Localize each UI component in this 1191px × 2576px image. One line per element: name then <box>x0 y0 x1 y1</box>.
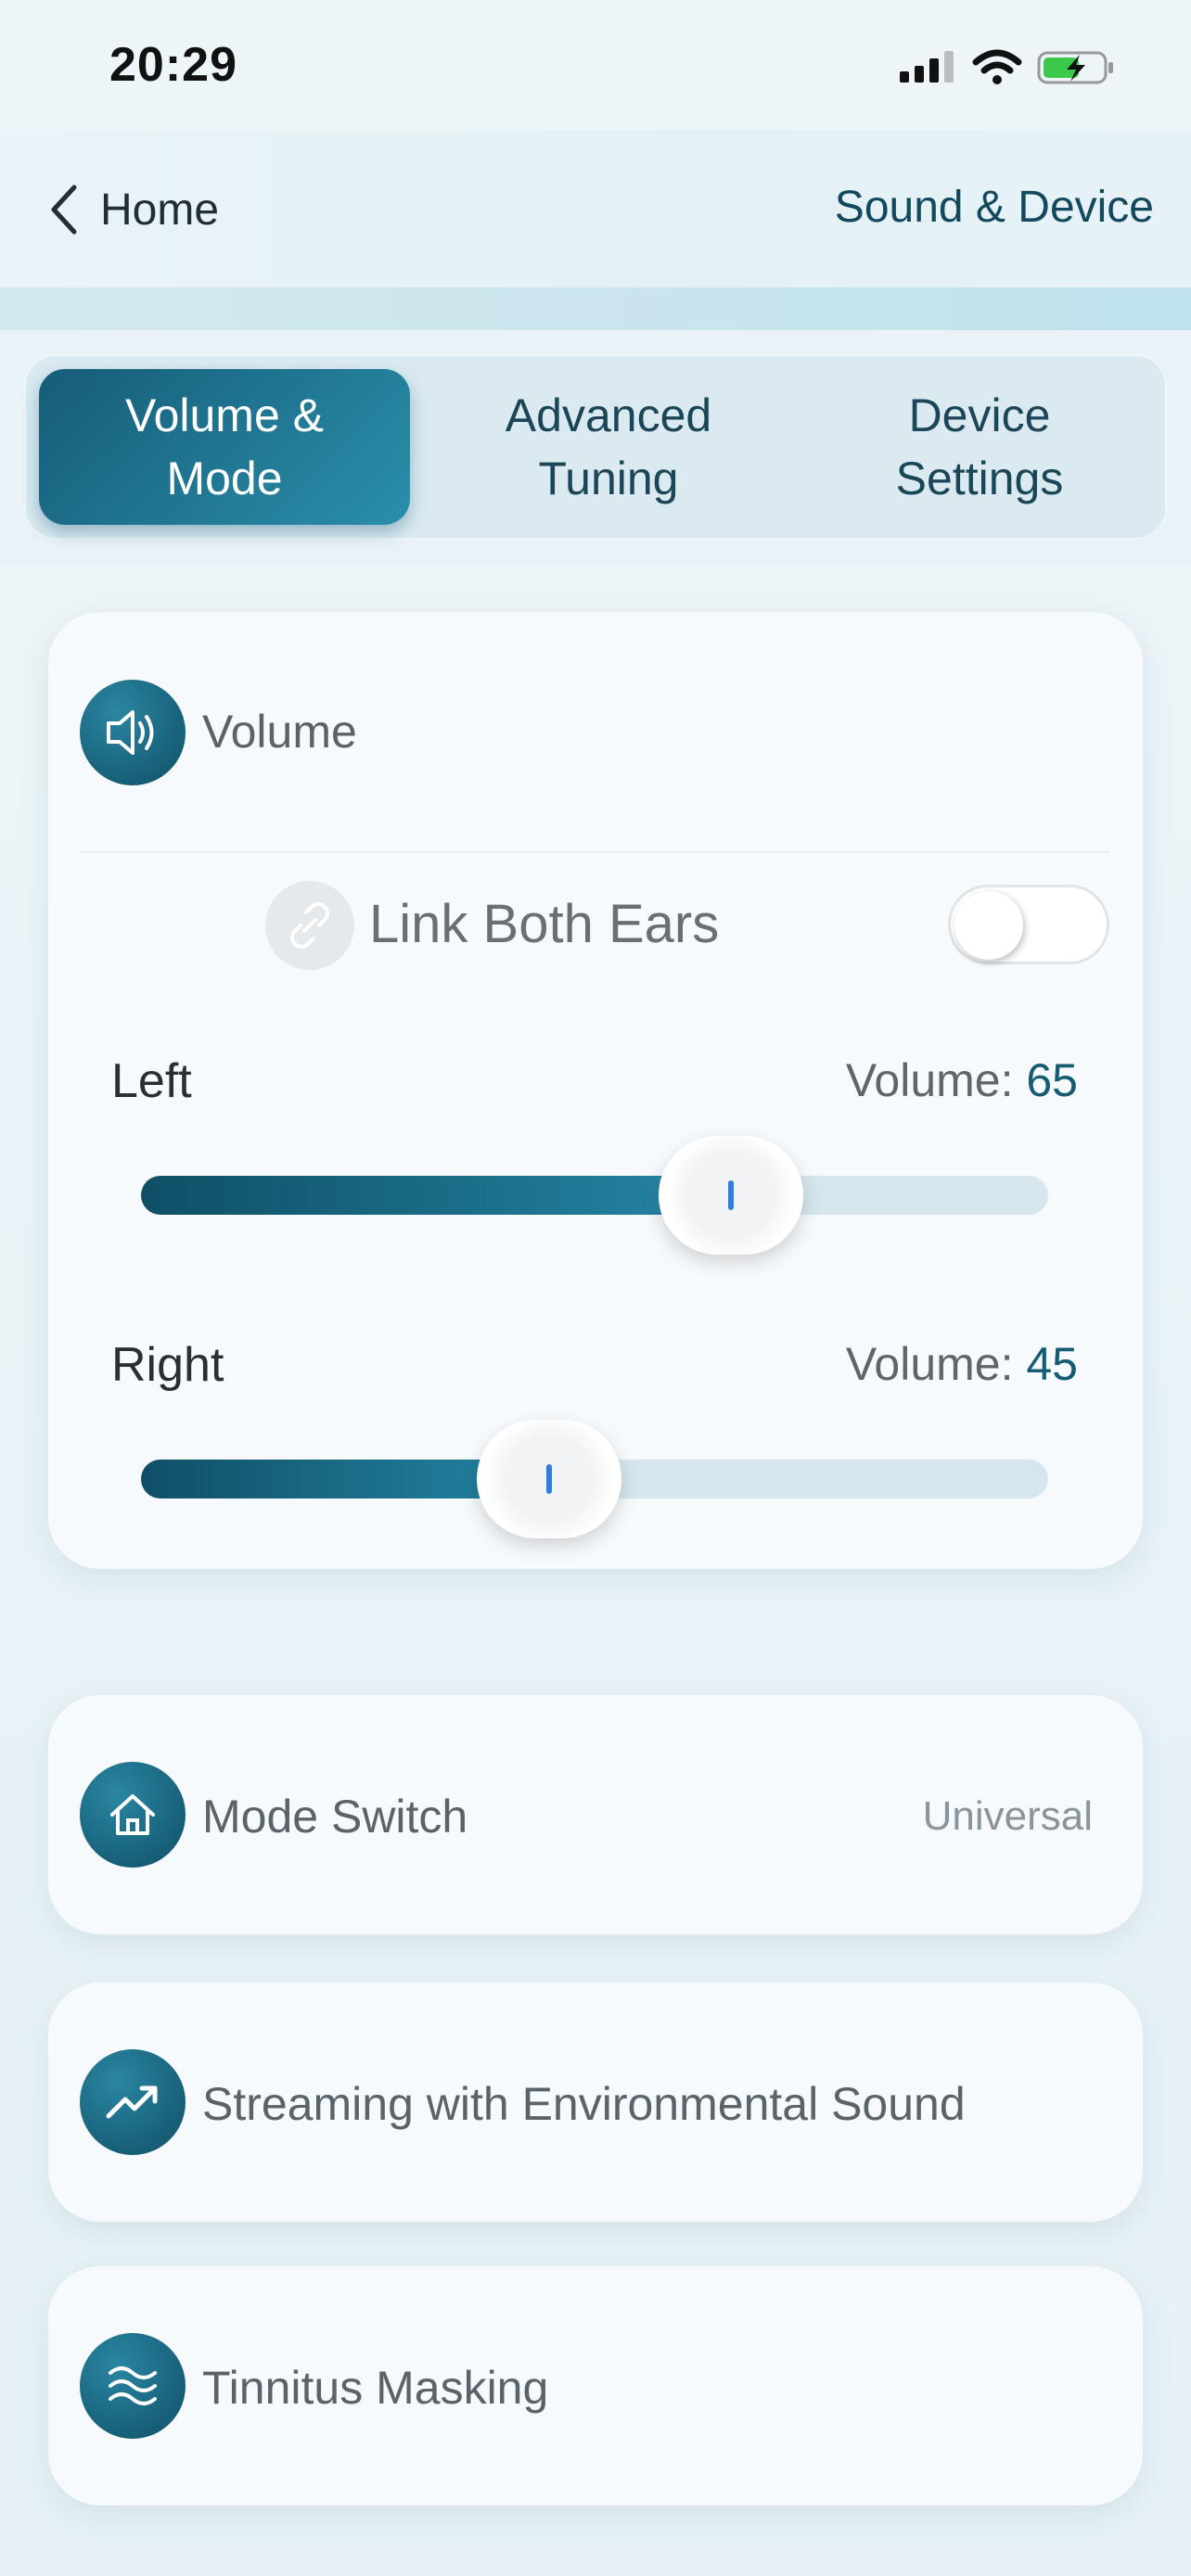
link-both-ears-toggle[interactable] <box>948 885 1109 964</box>
volume-title: Volume <box>202 706 357 758</box>
tab-bar: Volume & Mode Advanced Tuning Device Set… <box>24 354 1167 540</box>
left-volume-prefix: Volume: <box>845 1054 1027 1106</box>
back-button-label: Home <box>100 185 220 235</box>
link-icon <box>265 881 354 970</box>
status-time: 20:29 <box>109 38 237 92</box>
wifi-icon <box>972 49 1022 84</box>
tinnitus-masking-row[interactable]: Tinnitus Masking <box>48 2266 1143 2506</box>
link-both-ears-label: Link Both Ears <box>369 894 720 954</box>
chevron-left-icon <box>51 185 77 235</box>
streaming-label: Streaming with Environmental Sound <box>202 2078 966 2130</box>
thumb-grip <box>727 1180 734 1210</box>
trend-icon <box>80 2049 186 2155</box>
right-ear-label: Right <box>111 1338 224 1392</box>
header-divider <box>0 287 1191 330</box>
speaker-icon <box>80 680 186 785</box>
right-volume-prefix: Volume: <box>845 1338 1027 1390</box>
tab-advanced-tuning[interactable]: Advanced Tuning <box>423 356 794 538</box>
mode-switch-value: Universal <box>922 1793 1093 1839</box>
right-volume-thumb[interactable] <box>477 1420 622 1538</box>
mode-switch-row[interactable]: Mode Switch Universal <box>48 1695 1143 1934</box>
streaming-environmental-row[interactable]: Streaming with Environmental Sound <box>48 1983 1143 2222</box>
right-volume-readout: Volume: 45 <box>846 1337 1078 1391</box>
tinnitus-masking-label: Tinnitus Masking <box>202 2362 549 2414</box>
divider <box>80 851 1109 853</box>
home-icon <box>80 1762 186 1868</box>
toggle-knob <box>954 891 1023 960</box>
tab-device-settings[interactable]: Device Settings <box>794 356 1165 538</box>
left-volume-thumb[interactable] <box>658 1136 803 1255</box>
left-ear-label: Left <box>111 1054 192 1108</box>
tab-volume-mode[interactable]: Volume & Mode <box>39 369 410 525</box>
left-volume-readout: Volume: 65 <box>846 1053 1078 1107</box>
cellular-signal-icon <box>900 51 954 83</box>
back-button[interactable]: Home <box>46 176 219 243</box>
battery-charging-icon <box>1037 51 1113 84</box>
thumb-grip <box>546 1464 553 1494</box>
page-title: Sound & Device <box>834 183 1154 232</box>
mode-switch-label: Mode Switch <box>202 1791 468 1843</box>
status-icons <box>900 45 1115 91</box>
left-volume-value: 65 <box>1026 1054 1078 1106</box>
right-volume-slider[interactable] <box>141 1420 1048 1538</box>
waves-icon <box>80 2333 186 2439</box>
left-volume-slider[interactable] <box>141 1136 1048 1255</box>
left-volume-fill <box>141 1176 731 1215</box>
right-volume-value: 45 <box>1026 1338 1078 1390</box>
